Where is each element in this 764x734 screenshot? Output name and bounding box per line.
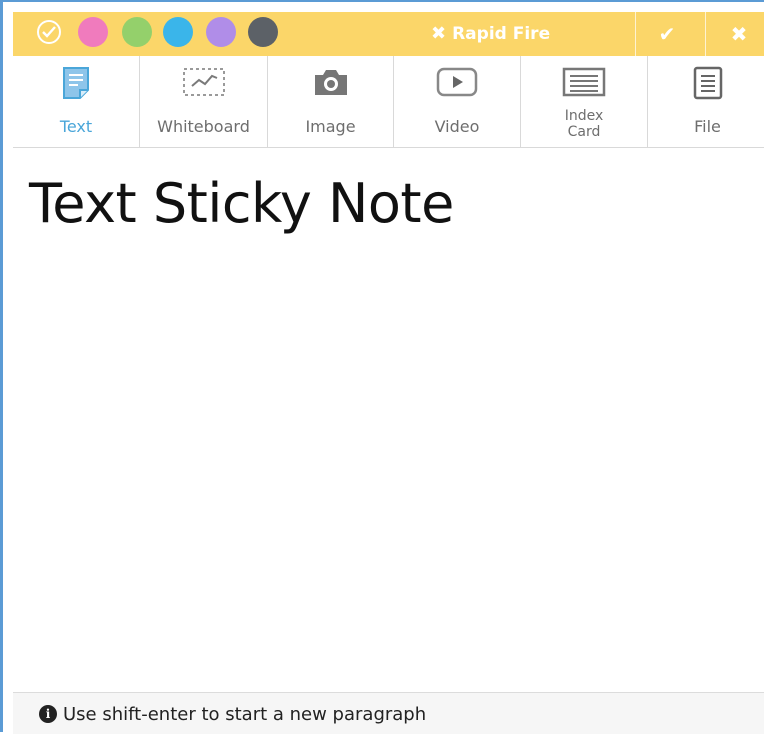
close-x-icon: ✖ [431,23,447,44]
play-icon [394,66,520,102]
tab-video[interactable]: Video [394,56,521,147]
sticky-note-dialog: ✖ Rapid Fire ✔ ✖ Text Whiteboard Image V… [0,0,764,734]
divider [635,12,636,56]
rapid-fire-toggle[interactable]: ✖ Rapid Fire [431,12,550,56]
tab-label: Video [434,117,480,136]
checkmark-circle-icon[interactable] [37,20,61,44]
text-note-icon [13,66,139,102]
tab-index-card[interactable]: Index Card [521,56,648,147]
color-swatch-pink[interactable] [78,17,108,47]
toolbar: ✖ Rapid Fire ✔ ✖ [13,12,764,56]
color-swatch-gray[interactable] [248,17,278,47]
tab-label-line1: Index [564,108,604,124]
tab-text[interactable]: Text [13,56,140,147]
whiteboard-icon [140,66,267,102]
tab-label: Index Card [521,108,647,140]
color-swatch-purple[interactable] [206,17,236,47]
tab-whiteboard[interactable]: Whiteboard [140,56,268,147]
tab-label-line2: Card [567,124,601,140]
footer-hint-bar: i Use shift-enter to start a new paragra… [13,692,764,734]
close-button[interactable]: ✖ [709,12,764,56]
note-type-tabs: Text Whiteboard Image Video Index Card F… [13,56,764,148]
hint-text: Use shift-enter to start a new paragraph [63,704,427,725]
tab-image[interactable]: Image [268,56,394,147]
note-text-editor[interactable]: Text Sticky Note [29,172,454,235]
check-icon: ✔ [658,22,676,46]
rapid-fire-label: Rapid Fire [452,24,551,44]
color-swatch-blue[interactable] [163,17,193,47]
tab-file[interactable]: File [648,56,764,147]
tab-label: Text [59,117,93,136]
tab-label: Image [305,117,356,136]
color-swatch-green[interactable] [122,17,152,47]
tab-label: File [694,117,721,136]
divider [705,12,706,56]
info-icon: i [39,705,57,723]
confirm-button[interactable]: ✔ [637,12,697,56]
file-icon [648,66,764,102]
camera-icon [268,66,393,102]
tab-label: Whiteboard [157,117,250,136]
close-icon: ✖ [730,22,748,46]
index-card-icon [521,66,647,102]
